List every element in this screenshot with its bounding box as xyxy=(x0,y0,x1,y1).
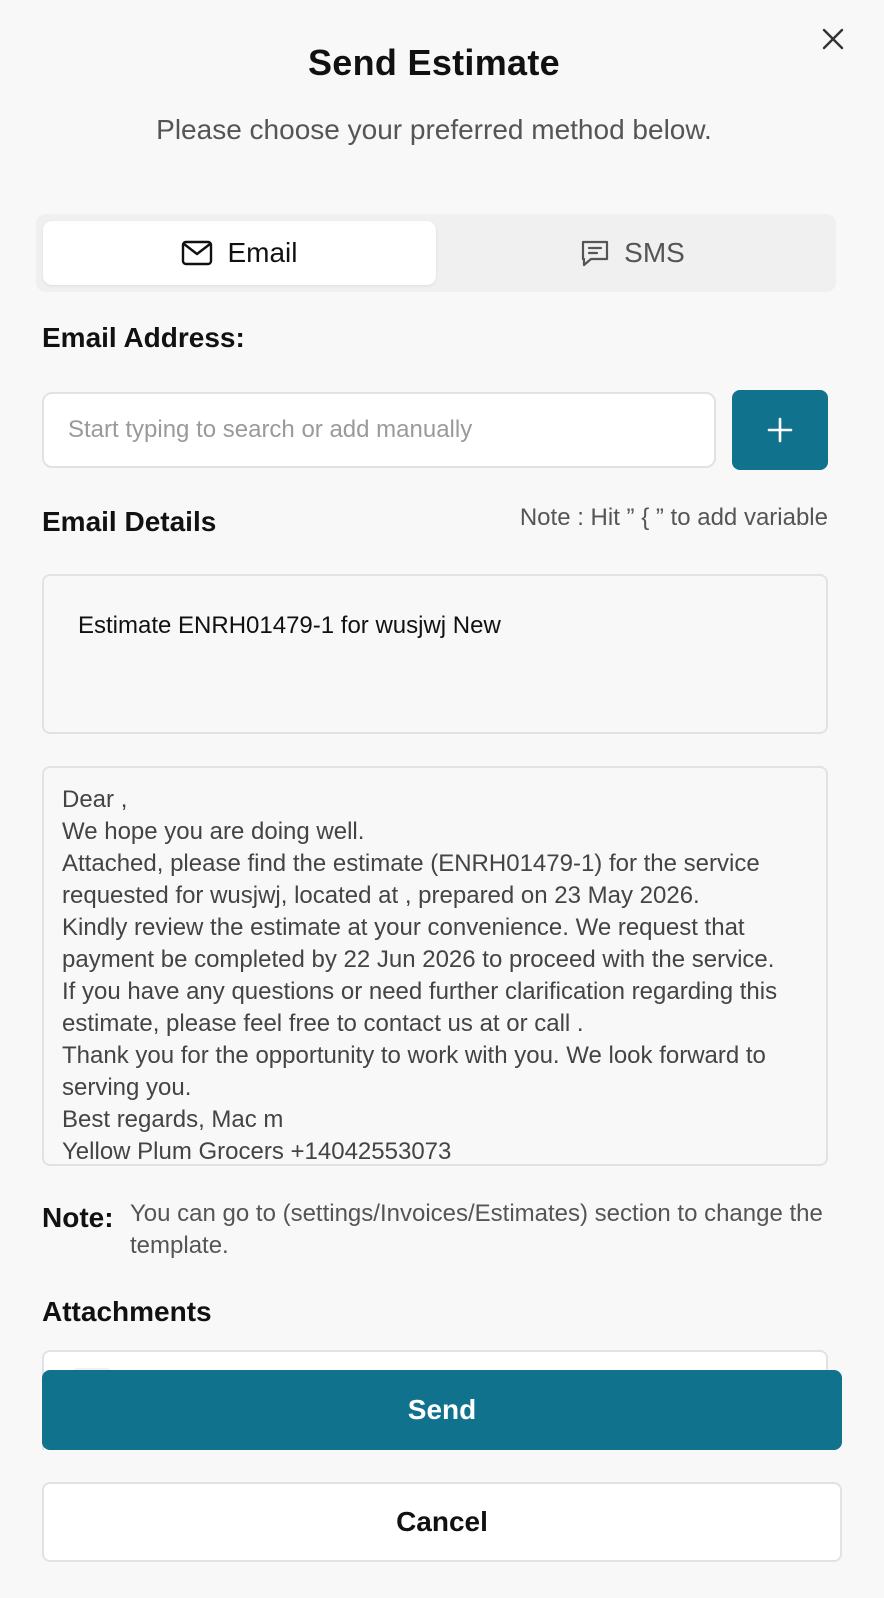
dialog-title: Send Estimate xyxy=(308,42,560,83)
method-tabs: Email SMS xyxy=(36,214,836,292)
body-line: Yellow Plum Grocers +14042553073 xyxy=(62,1138,452,1165)
template-note-text: You can go to (settings/Invoices/Estimat… xyxy=(130,1200,823,1259)
body-line: Best regards, Mac m xyxy=(62,1106,284,1133)
email-search-input[interactable] xyxy=(42,392,716,468)
email-details-label: Email Details xyxy=(42,506,217,537)
send-estimate-dialog: Send Estimate Please choose your preferr… xyxy=(0,0,884,1598)
email-subject-text: Estimate ENRH01479-1 for wusjwj New xyxy=(78,612,501,639)
body-line: Dear , xyxy=(62,786,128,813)
body-line: Kindly review the estimate at your conve… xyxy=(62,914,775,973)
add-email-button[interactable] xyxy=(732,390,828,470)
plus-icon xyxy=(767,417,793,443)
tab-email[interactable]: Email xyxy=(43,221,436,285)
body-line: Attached, please find the estimate (ENRH… xyxy=(62,850,760,909)
mail-icon xyxy=(182,240,213,266)
body-line: If you have any questions or need furthe… xyxy=(62,978,778,1037)
body-line: We hope you are doing well. xyxy=(62,818,365,845)
template-note-label: Note: xyxy=(42,1202,114,1233)
email-subject-field[interactable]: Estimate ENRH01479-1 for wusjwj New xyxy=(42,574,828,734)
tab-email-label: Email xyxy=(227,237,298,268)
email-address-label: Email Address: xyxy=(42,322,245,353)
tab-sms-label: SMS xyxy=(624,237,685,268)
dialog-subtitle: Please choose your preferred method belo… xyxy=(156,114,712,145)
email-body-field[interactable]: Dear , We hope you are doing well. Attac… xyxy=(42,766,828,1166)
body-line: Thank you for the opportunity to work wi… xyxy=(62,1042,766,1101)
cancel-button[interactable]: Cancel xyxy=(42,1482,842,1562)
send-button[interactable]: Send xyxy=(42,1370,842,1450)
tab-sms[interactable]: SMS xyxy=(436,221,829,285)
attachments-label: Attachments xyxy=(42,1296,212,1327)
message-icon xyxy=(582,240,609,267)
variable-note: Note : Hit ” { ” to add variable xyxy=(519,504,828,531)
